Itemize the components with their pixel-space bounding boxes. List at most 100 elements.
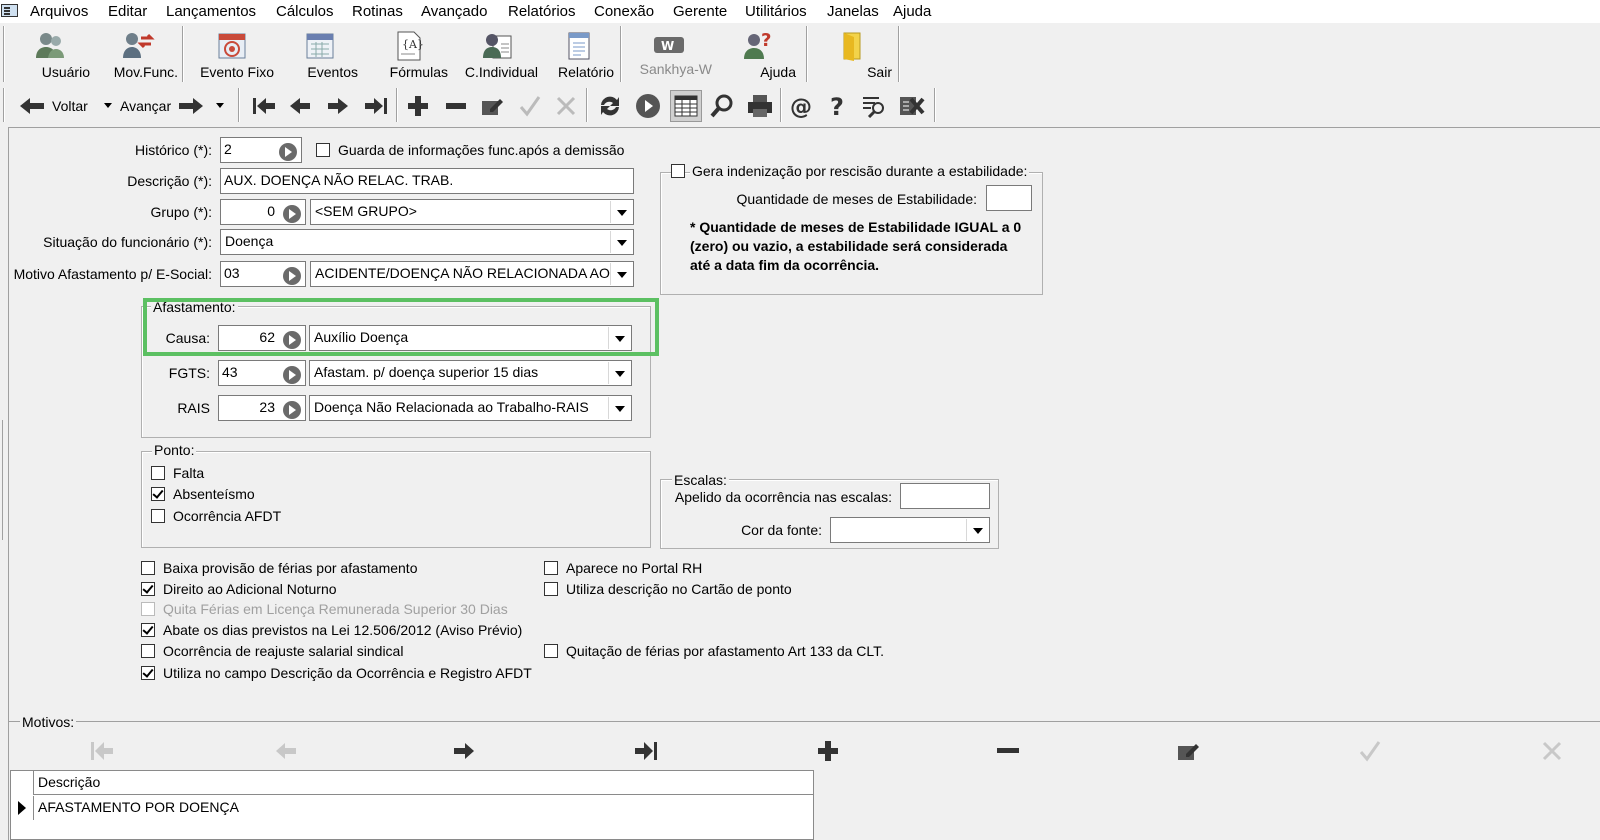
apelido-input[interactable] <box>900 483 990 509</box>
fgts-select[interactable]: Afastam. p/ doença superior 15 dias <box>309 360 632 386</box>
baixa-provisao-checkbox[interactable] <box>141 561 155 575</box>
print-button[interactable] <box>744 90 776 122</box>
refresh-button[interactable] <box>594 90 626 122</box>
evento-fixo-button[interactable]: Evento Fixo <box>190 26 274 82</box>
sankhya-w-button[interactable]: W Sankhya-W <box>626 26 712 82</box>
left-splitter[interactable] <box>0 420 3 540</box>
causa-code-input[interactable]: 62 <box>218 325 306 351</box>
menu-utilitarios[interactable]: Utilitários <box>745 3 807 20</box>
chevron-down-icon[interactable] <box>608 397 630 419</box>
motivos-cancel-button[interactable] <box>1536 735 1568 767</box>
ocorrencia-afdt-checkbox[interactable] <box>151 509 165 523</box>
next-record-button[interactable] <box>322 90 354 122</box>
menu-relatorios[interactable]: Relatórios <box>508 3 576 20</box>
situacao-select[interactable]: Doença <box>220 229 634 255</box>
chevron-down-icon[interactable] <box>610 263 632 285</box>
motivos-last-button[interactable] <box>630 735 662 767</box>
menu-conexao[interactable]: Conexão <box>594 3 654 20</box>
reajuste-sindical-checkbox[interactable] <box>141 644 155 658</box>
historico-input[interactable]: 2 <box>220 137 302 163</box>
cor-fonte-select[interactable] <box>830 517 990 543</box>
historico-lookup-icon[interactable] <box>279 143 297 161</box>
relatorio-button[interactable]: Relatório <box>544 26 614 82</box>
menu-rotinas[interactable]: Rotinas <box>352 3 403 20</box>
help-button[interactable]: ? <box>822 90 854 122</box>
chevron-down-icon[interactable] <box>610 231 632 253</box>
c-individual-button[interactable]: C.Individual <box>456 26 538 82</box>
eventos-button[interactable]: Eventos <box>282 26 358 82</box>
avancar-button[interactable]: Avançar <box>120 94 212 118</box>
fgts-lookup-icon[interactable] <box>283 366 301 384</box>
menu-gerente[interactable]: Gerente <box>673 3 727 20</box>
first-record-button[interactable] <box>248 90 280 122</box>
chevron-down-icon[interactable] <box>966 519 988 541</box>
adicional-noturno-checkbox[interactable] <box>141 582 155 596</box>
motivos-add-button[interactable] <box>812 735 844 767</box>
motivos-delete-button[interactable] <box>992 735 1024 767</box>
meses-estabilidade-input[interactable] <box>986 185 1032 211</box>
motivo-select[interactable]: ACIDENTE/DOENÇA NÃO RELACIONADA AO T <box>310 261 634 287</box>
motivo-lookup-icon[interactable] <box>283 267 301 285</box>
cartao-ponto-checkbox[interactable] <box>544 582 558 596</box>
filter-button[interactable] <box>858 90 890 122</box>
edit-record-button[interactable] <box>476 90 508 122</box>
cancel-record-button[interactable] <box>550 90 582 122</box>
chevron-down-icon[interactable] <box>610 201 632 223</box>
quitacao-ferias-checkbox[interactable] <box>544 644 558 658</box>
rais-select[interactable]: Doença Não Relacionada ao Trabalho-RAIS <box>309 395 632 421</box>
menu-ajuda[interactable]: Ajuda <box>893 3 931 20</box>
email-button[interactable]: @ <box>786 90 818 122</box>
app-menu-icon[interactable] <box>1 4 18 17</box>
chevron-down-icon[interactable] <box>608 362 630 384</box>
grupo-select[interactable]: <SEM GRUPO> <box>310 199 634 225</box>
utiliza-descricao-afdt-checkbox[interactable] <box>141 666 155 680</box>
voltar-dropdown-icon[interactable] <box>104 103 112 109</box>
descricao-column-header[interactable]: Descrição <box>33 771 813 795</box>
absenteismo-checkbox[interactable] <box>151 487 165 501</box>
confirm-record-button[interactable] <box>514 90 546 122</box>
motivos-previous-button[interactable] <box>270 735 302 767</box>
motivos-next-button[interactable] <box>448 735 480 767</box>
motivos-first-button[interactable] <box>86 735 118 767</box>
motivo-code-input[interactable]: 03 <box>220 261 306 287</box>
rais-code-input[interactable]: 23 <box>218 395 306 421</box>
lookup-button[interactable] <box>632 90 664 122</box>
delete-record-button[interactable] <box>440 90 472 122</box>
descricao-input[interactable]: AUX. DOENÇA NÃO RELAC. TRAB. <box>220 168 634 194</box>
fgts-code-input[interactable]: 43 <box>218 360 306 386</box>
menu-editar[interactable]: Editar <box>108 3 147 20</box>
causa-select[interactable]: Auxílio Doença <box>309 325 632 351</box>
formulas-button[interactable]: {A} Fórmulas <box>368 26 448 82</box>
excel-icon <box>900 97 925 115</box>
gera-indenizacao-checkbox[interactable] <box>671 164 685 178</box>
menu-arquivos[interactable]: Arquivos <box>30 3 88 20</box>
menu-avancado[interactable]: Avançado <box>421 3 487 20</box>
menu-janelas[interactable]: Janelas <box>827 3 879 20</box>
grupo-lookup-icon[interactable] <box>283 205 301 223</box>
falta-checkbox[interactable] <box>151 466 165 480</box>
search-button[interactable] <box>706 90 738 122</box>
voltar-button[interactable]: Voltar <box>18 94 98 118</box>
mov-func-button[interactable]: Mov.Func. <box>98 26 178 82</box>
grid-view-button[interactable] <box>670 90 702 122</box>
abate-dias-checkbox[interactable] <box>141 623 155 637</box>
sair-button[interactable]: Sair <box>812 26 892 82</box>
rais-lookup-icon[interactable] <box>283 401 301 419</box>
guarda-checkbox[interactable] <box>316 143 330 157</box>
portal-rh-checkbox[interactable] <box>544 561 558 575</box>
menu-lancamentos[interactable]: Lançamentos <box>166 3 256 20</box>
motivos-confirm-button[interactable] <box>1354 735 1386 767</box>
previous-record-button[interactable] <box>284 90 316 122</box>
menu-calculos[interactable]: Cálculos <box>276 3 334 20</box>
add-record-button[interactable] <box>402 90 434 122</box>
avancar-dropdown-icon[interactable] <box>216 103 224 109</box>
motivos-edit-button[interactable] <box>1172 735 1204 767</box>
table-row[interactable]: AFASTAMENTO POR DOENÇA <box>33 796 813 820</box>
ajuda-button[interactable]: ? Ajuda <box>720 26 796 82</box>
last-record-button[interactable] <box>360 90 392 122</box>
causa-lookup-icon[interactable] <box>283 331 301 349</box>
chevron-down-icon[interactable] <box>608 327 630 349</box>
usuario-button[interactable]: Usuário <box>10 26 90 82</box>
grupo-code-input[interactable]: 0 <box>220 199 306 225</box>
export-excel-button[interactable] <box>896 90 928 122</box>
